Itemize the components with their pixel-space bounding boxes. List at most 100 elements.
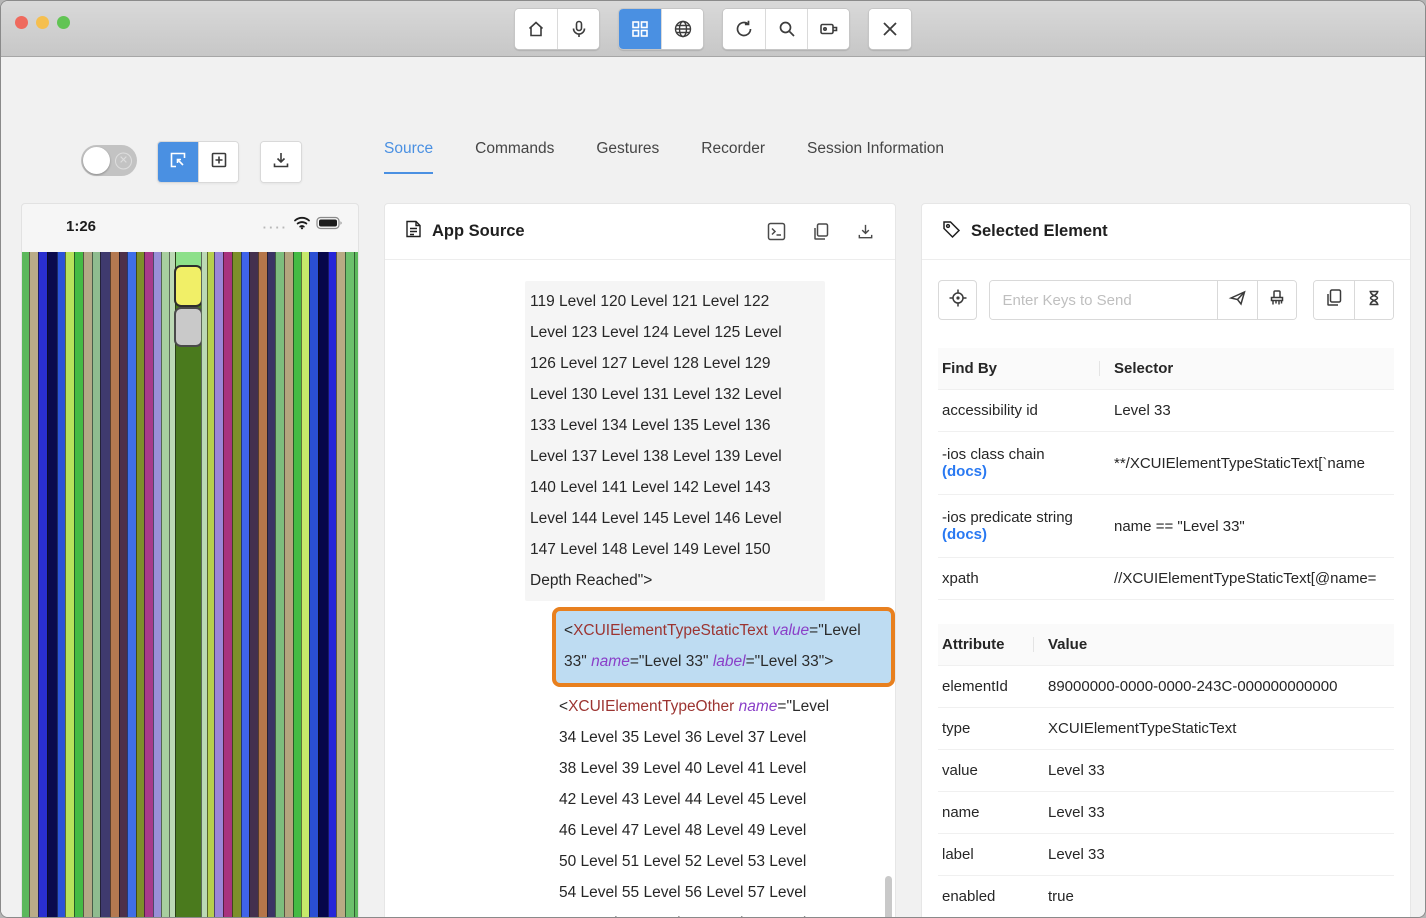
clear-keys-button[interactable] [1257, 281, 1296, 319]
attribute-row: enabledtrue [938, 876, 1394, 918]
find-by-table: Find BySelectoraccessibility idLevel 33-… [938, 348, 1394, 600]
xml-token-pln: ="Level [777, 698, 829, 715]
battery-icon [316, 216, 344, 235]
app-source-title: App Source [432, 222, 525, 241]
attribute-value: true [1034, 876, 1394, 917]
game-stripe [65, 252, 74, 918]
device-statusbar: 1:26 ···· [22, 204, 358, 252]
add-selection-mode-button[interactable] [198, 142, 238, 182]
game-stripe [293, 252, 301, 918]
game-stripe [275, 252, 284, 918]
game-screen-stripes [22, 252, 359, 918]
minimize-window-button[interactable] [36, 16, 49, 29]
xml-token-attr: label [713, 653, 746, 670]
brush-icon [1267, 288, 1287, 313]
game-stripe [153, 252, 162, 918]
tab-recorder[interactable]: Recorder [701, 140, 765, 174]
attribute-value: Level 33 [1034, 792, 1394, 833]
refresh-button[interactable] [723, 9, 765, 49]
xml-token-attr: value [772, 622, 809, 639]
xml-token-pln: < [564, 622, 573, 639]
quit-session-button[interactable] [869, 9, 911, 49]
attribute-value: Level 33 [1034, 750, 1394, 791]
mic-icon [569, 19, 589, 39]
locate-icon [948, 288, 968, 313]
source-scrollbar[interactable] [885, 876, 892, 918]
game-stripe [22, 252, 29, 918]
source-text-line: 119 Level 120 Level 121 Level 122 [530, 286, 825, 317]
attributes-table: AttributeValueelementId89000000-0000-000… [938, 624, 1394, 918]
source-text-line: 46 Level 47 Level 48 Level 49 Level [559, 815, 895, 846]
native-view-button[interactable] [619, 9, 661, 49]
traffic-lights [15, 16, 70, 29]
globe-icon [673, 19, 693, 39]
findby-label: accessibility id [938, 390, 1100, 431]
titlebar [1, 1, 1425, 57]
selected-element-title: Selected Element [971, 222, 1108, 241]
select-element-mode-button[interactable] [158, 142, 198, 182]
next-source-node[interactable]: <XCUIElementTypeOther name="Level34 Leve… [559, 691, 895, 918]
tab-commands[interactable]: Commands [475, 140, 554, 174]
send-keys-group [989, 280, 1297, 320]
docs-link[interactable]: (docs) [942, 463, 987, 480]
download-icon [271, 150, 291, 175]
source-text-line: 147 Level 148 Level 149 Level 150 [530, 534, 825, 565]
element-copy-group [1313, 280, 1394, 320]
source-tree: 119 Level 120 Level 121 Level 122 Level 1… [385, 260, 895, 918]
tab-session-information[interactable]: Session Information [807, 140, 944, 174]
findby-row: -ios class chain(docs)**/XCUIElementType… [938, 432, 1394, 495]
source-text-line: 42 Level 43 Level 44 Level 45 Level [559, 784, 895, 815]
game-stripe [38, 252, 48, 918]
download-screenshot-button[interactable] [261, 142, 301, 182]
element-actions-row [922, 260, 1410, 320]
grid-icon [630, 19, 650, 39]
xml-token-pln: < [559, 698, 568, 715]
attribute-label: elementId [938, 666, 1034, 707]
mic-button[interactable] [557, 9, 599, 49]
copy-attributes-button[interactable] [1314, 281, 1353, 319]
device-screenshot[interactable]: 1:26 ···· [21, 203, 359, 918]
findby-value: **/XCUIElementTypeStaticText[`name [1100, 432, 1394, 494]
findby-label: -ios class chain(docs) [938, 432, 1100, 494]
game-stripe [309, 252, 318, 918]
selected-source-node[interactable]: <XCUIElementTypeStaticText value="Level3… [552, 607, 895, 687]
send-keys-button[interactable] [1217, 281, 1256, 319]
copy-icon[interactable] [812, 222, 830, 241]
locate-element-button[interactable] [938, 280, 977, 320]
source-text-line: Level 144 Level 145 Level 146 Level [530, 503, 825, 534]
terminal-icon[interactable] [767, 222, 786, 241]
source-xml-line: <XCUIElementTypeOther name="Level [559, 691, 895, 722]
content-area: ✕ 1:26 ···· Source Commands Gestures Record… [1, 58, 1425, 917]
game-stripe [336, 252, 345, 918]
timing-button[interactable] [1354, 281, 1393, 319]
xml-token-pln: 33" [564, 653, 591, 670]
tab-source[interactable]: Source [384, 140, 433, 174]
search-button[interactable] [765, 9, 807, 49]
parent-node-text[interactable]: 119 Level 120 Level 121 Level 122 Level 1… [525, 281, 825, 601]
game-stripe [214, 252, 223, 918]
game-stripe [241, 252, 250, 918]
source-text-line: 34 Level 35 Level 36 Level 37 Level [559, 722, 895, 753]
findby-row: xpath//XCUIElementTypeStaticText[@name= [938, 558, 1394, 600]
record-button[interactable] [807, 9, 849, 49]
zoom-window-button[interactable] [57, 16, 70, 29]
game-stripe [119, 252, 128, 918]
game-stripe [47, 252, 57, 918]
tag-icon [942, 220, 961, 244]
send-keys-input[interactable] [990, 281, 1217, 319]
action-group [722, 8, 850, 50]
screenshot-interaction-toggle[interactable]: ✕ [81, 145, 137, 176]
close-window-button[interactable] [15, 16, 28, 29]
game-stripe [92, 252, 101, 918]
tab-gestures[interactable]: Gestures [596, 140, 659, 174]
game-stripe [318, 252, 328, 918]
web-view-button[interactable] [661, 9, 703, 49]
device-time: 1:26 [66, 218, 96, 235]
download-screenshot-group [260, 141, 302, 183]
docs-link[interactable]: (docs) [942, 526, 987, 543]
copy-icon [1325, 288, 1343, 312]
home-button[interactable] [515, 9, 557, 49]
attribute-header-col2: Value [1034, 624, 1394, 665]
xml-token-tag: XCUIElementTypeStaticText [573, 622, 768, 639]
download-icon[interactable] [856, 222, 875, 241]
